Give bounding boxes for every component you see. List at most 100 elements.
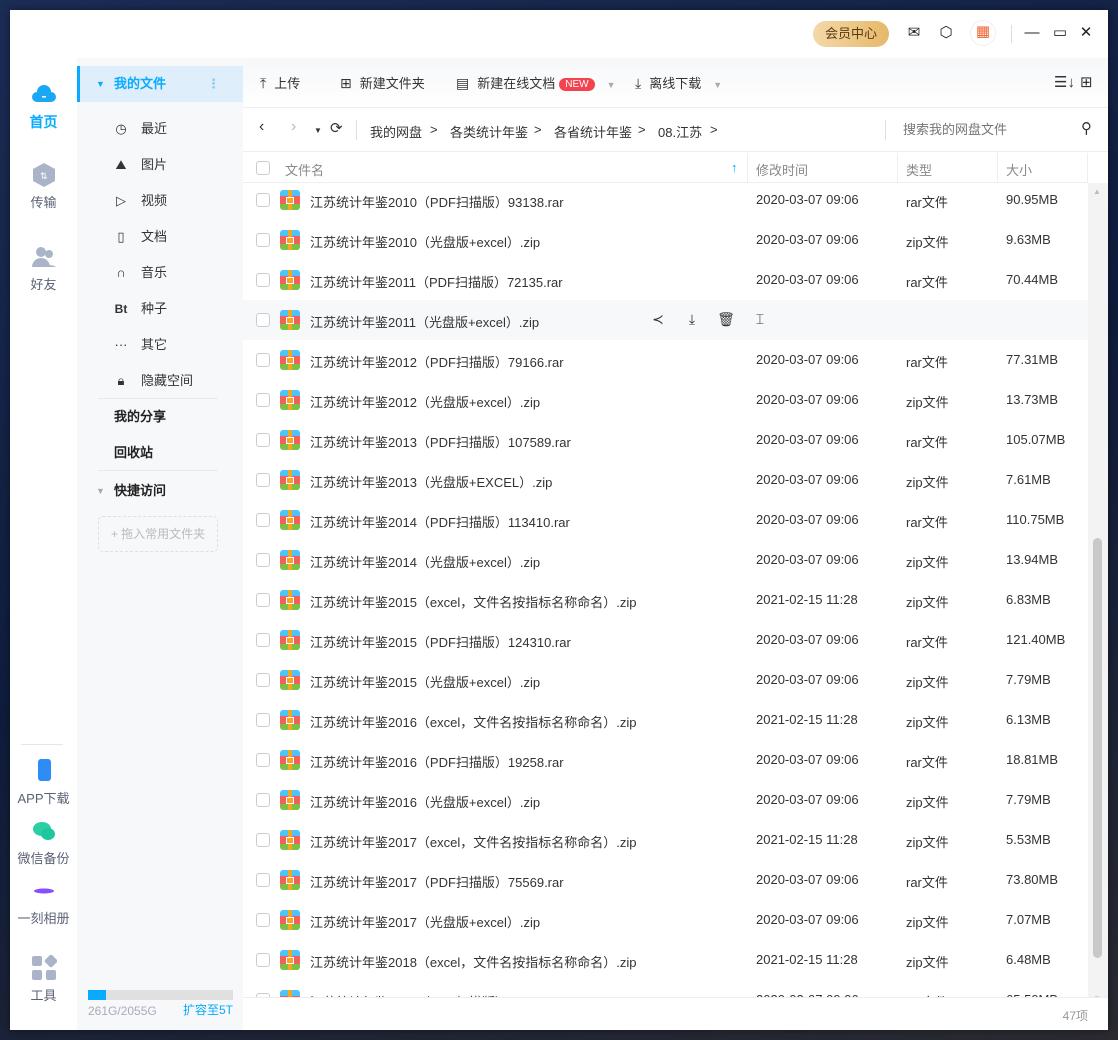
sidebar-item-docs[interactable]: ▯ 文档	[77, 219, 243, 255]
file-name[interactable]: 江苏统计年鉴2015（excel，文件名按指标名称命名）.zip	[310, 592, 637, 611]
file-name[interactable]: 江苏统计年鉴2016（光盘版+excel）.zip	[310, 792, 540, 811]
file-name[interactable]: 江苏统计年鉴2012（光盘版+excel）.zip	[310, 392, 540, 411]
row-checkbox[interactable]	[256, 953, 270, 967]
file-row[interactable]: 江苏统计年鉴2017（光盘版+excel）.zip 2020-03-07 09:0…	[243, 900, 1088, 940]
caret-down-icon[interactable]: ▼	[607, 80, 616, 90]
row-checkbox[interactable]	[256, 513, 270, 527]
rail-transfer[interactable]: ⇅ 传输	[10, 162, 77, 211]
search-input[interactable]	[895, 116, 1075, 144]
file-row[interactable]: 江苏统计年鉴2015（excel，文件名按指标名称命名）.zip 2021-02-…	[243, 580, 1088, 620]
sidebar-item-torrents[interactable]: Bt 种子	[77, 291, 243, 327]
rail-app-download[interactable]: APP下载	[10, 758, 77, 807]
sidebar-item-recent[interactable]: ◷ 最近	[77, 111, 243, 147]
file-row[interactable]: 江苏统计年鉴2011（光盘版+excel）.zip ≺ ⤓ 🗑︎ ⌶	[243, 300, 1088, 340]
column-divider[interactable]	[997, 153, 998, 183]
file-name[interactable]: 江苏统计年鉴2013（PDF扫描版）107589.rar	[310, 432, 571, 451]
file-name[interactable]: 江苏统计年鉴2010（PDF扫描版）93138.rar	[310, 192, 564, 211]
row-checkbox[interactable]	[256, 673, 270, 687]
sidebar-quick-access[interactable]: ▼ 快捷访问	[77, 473, 243, 509]
file-row[interactable]: 江苏统计年鉴2011（PDF扫描版）72135.rar 2020-03-07 09…	[243, 260, 1088, 300]
file-name[interactable]: 江苏统计年鉴2015（PDF扫描版）124310.rar	[310, 632, 571, 651]
column-time[interactable]: 修改时间	[756, 160, 808, 179]
column-size[interactable]: 大小	[1006, 160, 1032, 179]
breadcrumb-item[interactable]: 我的网盘	[370, 122, 422, 141]
rail-photo-album[interactable]: 一刻相册	[10, 878, 77, 927]
sidebar-item-other[interactable]: ··· 其它	[77, 327, 243, 363]
row-checkbox[interactable]	[256, 793, 270, 807]
file-name[interactable]: 江苏统计年鉴2013（光盘版+EXCEL）.zip	[310, 472, 552, 491]
row-checkbox[interactable]	[256, 553, 270, 567]
row-checkbox[interactable]	[256, 393, 270, 407]
sort-asc-icon[interactable]: ↑	[731, 160, 738, 175]
row-checkbox[interactable]	[256, 913, 270, 927]
file-name[interactable]: 江苏统计年鉴2011（PDF扫描版）72135.rar	[310, 272, 563, 291]
file-row[interactable]: 江苏统计年鉴2016（光盘版+excel）.zip 2020-03-07 09:0…	[243, 780, 1088, 820]
expand-storage-link[interactable]: 扩容至5T	[183, 1001, 233, 1018]
gift-icon[interactable]: ▦	[970, 20, 996, 46]
delete-icon[interactable]: 🗑︎	[709, 311, 743, 328]
forward-button[interactable]: ›	[291, 118, 296, 136]
sidebar-recycle-bin[interactable]: 回收站	[77, 435, 243, 471]
column-type[interactable]: 类型	[906, 160, 932, 179]
search-icon[interactable]: ⚲	[1081, 119, 1092, 137]
row-checkbox[interactable]	[256, 833, 270, 847]
vip-center-button[interactable]: 会员中心	[813, 21, 889, 47]
offline-download-button[interactable]: ⤓ 离线下载 ▼	[635, 73, 722, 92]
file-row[interactable]: 江苏统计年鉴2017（PDF扫描版）75569.rar 2020-03-07 09…	[243, 860, 1088, 900]
minimize-button[interactable]: —	[1021, 22, 1043, 44]
column-divider[interactable]	[897, 153, 898, 183]
sidebar-item-images[interactable]: ⛰ 图片	[77, 147, 243, 183]
grid-view-icon[interactable]: ⊞	[1080, 73, 1093, 91]
upload-button[interactable]: ⤒ 上传	[260, 73, 300, 92]
row-checkbox[interactable]	[256, 753, 270, 767]
file-row[interactable]: 江苏统计年鉴2015（PDF扫描版）124310.rar 2020-03-07 0…	[243, 620, 1088, 660]
history-dropdown-icon[interactable]: ▼	[314, 126, 322, 135]
rail-tools[interactable]: 工具	[10, 955, 77, 1004]
caret-down-icon[interactable]: ▼	[713, 80, 722, 90]
rail-wechat-backup[interactable]: 微信备份	[10, 818, 77, 867]
new-folder-button[interactable]: ⊞ 新建文件夹	[340, 73, 425, 92]
file-row[interactable]: 江苏统计年鉴2016（PDF扫描版）19258.rar 2020-03-07 09…	[243, 740, 1088, 780]
sidebar-my-share[interactable]: 我的分享	[77, 399, 243, 435]
file-name[interactable]: 江苏统计年鉴2012（PDF扫描版）79166.rar	[310, 352, 564, 371]
file-row[interactable]: 江苏统计年鉴2016（excel，文件名按指标名称命名）.zip 2021-02-…	[243, 700, 1088, 740]
file-name[interactable]: 江苏统计年鉴2017（光盘版+excel）.zip	[310, 912, 540, 931]
column-name[interactable]: 文件名	[285, 160, 324, 179]
row-checkbox[interactable]	[256, 593, 270, 607]
drop-folder-zone[interactable]: + 拖入常用文件夹	[98, 516, 218, 552]
rail-home[interactable]: 首页	[10, 82, 77, 132]
maximize-button[interactable]: ▭	[1049, 22, 1071, 44]
row-checkbox[interactable]	[256, 473, 270, 487]
sidebar-item-music[interactable]: ∩ 音乐	[77, 255, 243, 291]
file-row[interactable]: 江苏统计年鉴2018（excel，文件名按指标名称命名）.zip 2021-02-…	[243, 940, 1088, 980]
row-checkbox[interactable]	[256, 273, 270, 287]
column-divider[interactable]	[747, 153, 748, 183]
rail-friends[interactable]: 好友	[10, 244, 77, 293]
file-row[interactable]: 江苏统计年鉴2010（PDF扫描版）93138.rar 2020-03-07 09…	[243, 180, 1088, 220]
file-name[interactable]: 江苏统计年鉴2017（PDF扫描版）75569.rar	[310, 872, 564, 891]
scrollbar[interactable]: ▲ ▼	[1088, 183, 1108, 1007]
file-name[interactable]: 江苏统计年鉴2010（光盘版+excel）.zip	[310, 232, 540, 251]
file-row[interactable]: 江苏统计年鉴2012（光盘版+excel）.zip 2020-03-07 09:0…	[243, 380, 1088, 420]
close-button[interactable]: ✕	[1075, 22, 1097, 44]
row-checkbox[interactable]	[256, 713, 270, 727]
back-button[interactable]: ‹	[259, 118, 264, 136]
file-name[interactable]: 江苏统计年鉴2016（PDF扫描版）19258.rar	[310, 752, 564, 771]
file-row[interactable]: 江苏统计年鉴2010（光盘版+excel）.zip 2020-03-07 09:0…	[243, 220, 1088, 260]
scrollbar-thumb[interactable]	[1093, 538, 1102, 958]
breadcrumb-item[interactable]: 各省统计年鉴	[554, 122, 632, 141]
sidebar-item-hidden-space[interactable]: 🔒︎ 隐藏空间	[77, 363, 243, 399]
file-row[interactable]: 江苏统计年鉴2017（excel，文件名按指标名称命名）.zip 2021-02-…	[243, 820, 1088, 860]
row-checkbox[interactable]	[256, 433, 270, 447]
share-icon[interactable]: ≺	[641, 311, 675, 328]
sidebar-my-files[interactable]: ▼ 我的文件 ⋮	[77, 66, 243, 102]
row-checkbox[interactable]	[256, 633, 270, 647]
file-row[interactable]: 江苏统计年鉴2012（PDF扫描版）79166.rar 2020-03-07 09…	[243, 340, 1088, 380]
sidebar-item-videos[interactable]: ▷ 视频	[77, 183, 243, 219]
file-row[interactable]: 江苏统计年鉴2014（光盘版+excel）.zip 2020-03-07 09:0…	[243, 540, 1088, 580]
file-name[interactable]: 江苏统计年鉴2014（PDF扫描版）113410.rar	[310, 512, 570, 531]
column-divider[interactable]	[1087, 153, 1088, 183]
file-row[interactable]: 江苏统计年鉴2014（PDF扫描版）113410.rar 2020-03-07 0…	[243, 500, 1088, 540]
file-name[interactable]: 江苏统计年鉴2016（excel，文件名按指标名称命名）.zip	[310, 712, 637, 731]
select-all-checkbox[interactable]	[256, 161, 270, 175]
